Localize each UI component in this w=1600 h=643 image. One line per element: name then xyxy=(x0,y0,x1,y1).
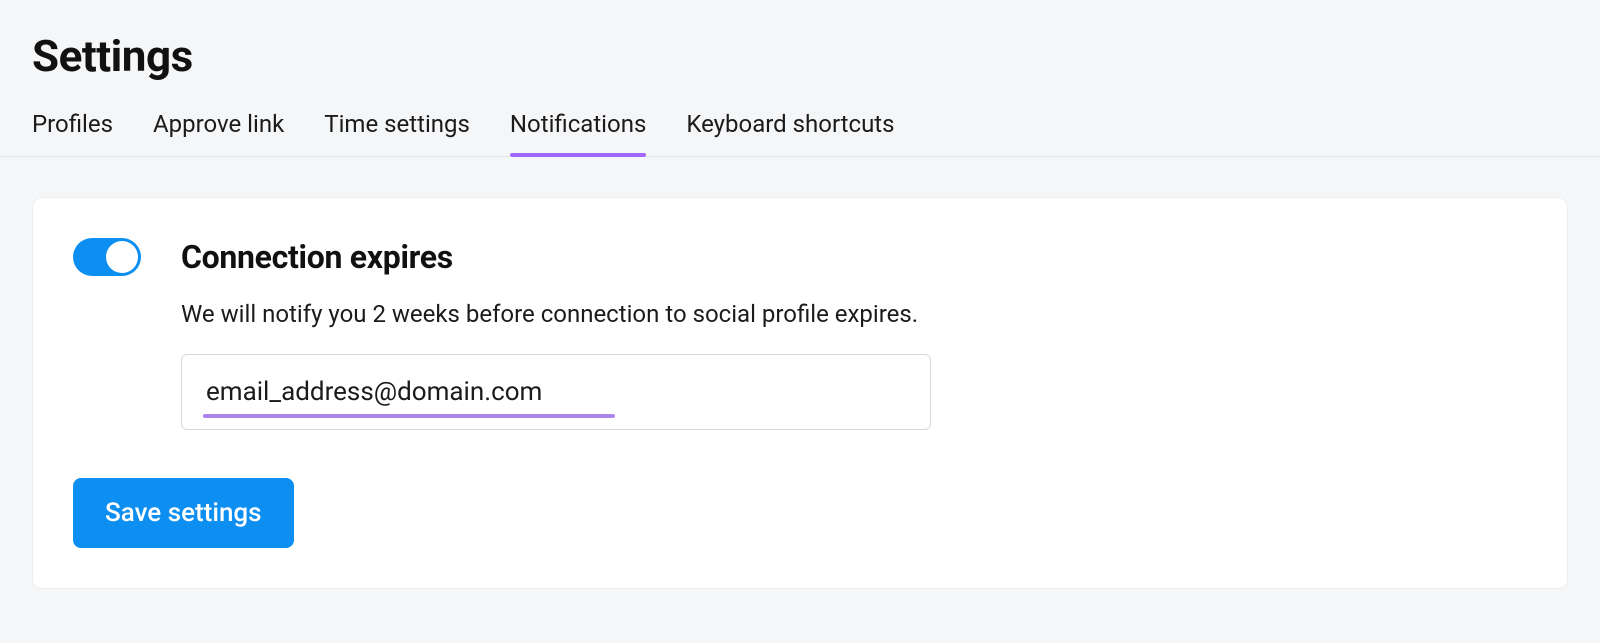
connection-expires-description: We will notify you 2 weeks before connec… xyxy=(181,300,1527,328)
tab-approve-link[interactable]: Approve link xyxy=(153,110,284,156)
tab-keyboard-shortcuts[interactable]: Keyboard shortcuts xyxy=(686,110,894,156)
connection-expires-toggle[interactable] xyxy=(73,238,141,276)
settings-tabs: Profiles Approve link Time settings Noti… xyxy=(0,110,1600,157)
toggle-knob xyxy=(106,241,138,273)
tab-profiles[interactable]: Profiles xyxy=(32,110,113,156)
input-underline-accent xyxy=(203,414,615,418)
tab-notifications[interactable]: Notifications xyxy=(510,110,646,156)
notifications-card: Connection expires We will notify you 2 … xyxy=(32,197,1568,589)
email-field[interactable] xyxy=(181,354,931,430)
tab-time-settings[interactable]: Time settings xyxy=(324,110,470,156)
save-settings-button[interactable]: Save settings xyxy=(73,478,294,548)
page-title: Settings xyxy=(32,30,1568,82)
connection-expires-title: Connection expires xyxy=(181,238,453,276)
